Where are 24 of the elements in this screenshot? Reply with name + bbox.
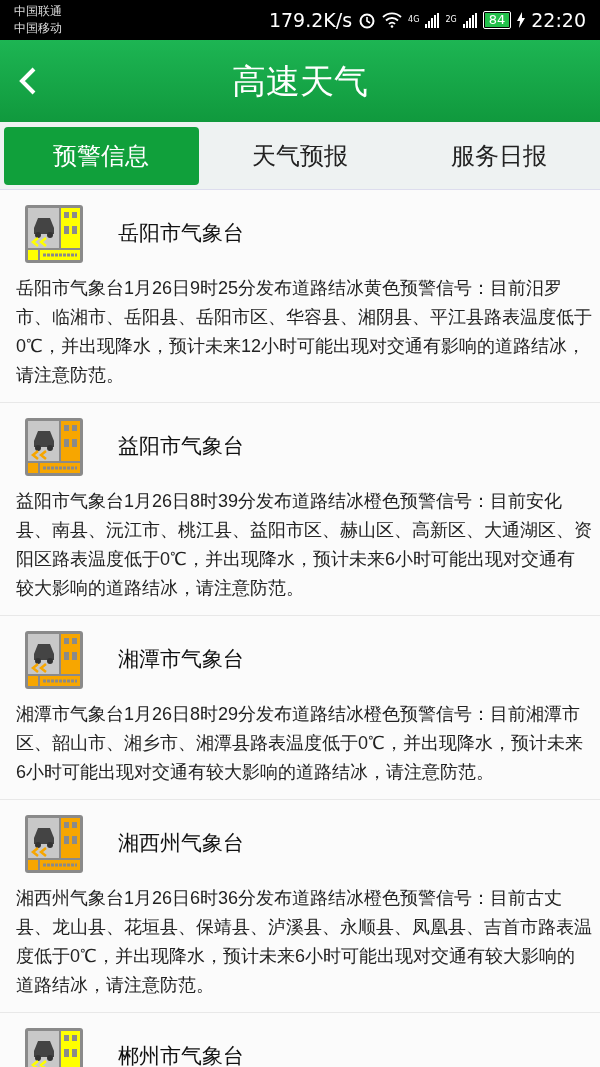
warning-text: 湘西州气象台1月26日6时36分发布道路结冰橙色预警信号：目前古丈县、龙山县、花垣县、保靖县、泸溪县、永顺县、凤凰县、吉首市路表温度低于0℃，并出现降水，预计未来6小时可能出现对交通有较大影响的道路结冰，请注意防范。 xyxy=(15,887,593,997)
warning-text: 益阳市气象台1月26日8时39分发布道路结冰橙色预警信号：目前安化县、南县、沅江市、桃江县、益阳市区、赫山区、高新区、大通湖区、资阳区路表温度低于0℃，并出现降水，预计未来6小时可能出现对交通有较大影响的道路结冰，请注意防范。 xyxy=(15,490,593,600)
station-name: 湘潭市气象台 xyxy=(118,646,244,674)
alarm-icon xyxy=(358,11,377,29)
station-name: 岳阳市气象台 xyxy=(118,220,244,248)
signal-icon xyxy=(425,12,440,28)
wifi-icon xyxy=(382,12,403,28)
charging-icon xyxy=(517,12,526,28)
network-type: 4G xyxy=(408,13,420,26)
clock: 22:20 xyxy=(531,7,586,33)
network-type: 2G xyxy=(445,13,457,26)
tab[interactable]: 服务日报 xyxy=(401,126,596,185)
carrier-name: 中国联通 xyxy=(14,3,62,20)
warning-text: 岳阳市气象台1月26日9时25分发布道路结冰黄色预警信号：目前汨罗市、临湘市、岳阳县、岳阳市区、华容县、湘阴县、平江县路表温度低于0℃，并出现降水，预计未来12小时可能出现对交通有影响的道路结冰，请注意防范。 xyxy=(15,277,593,387)
warning-text: 湘潭市气象台1月26日8时29分发布道路结冰橙色预警信号：目前湘潭市区、韶山市、湘乡市、湘潭县路表温度低于0℃，并出现降水，预计未来6小时可能出现对交通有较大影响的道路结冰，请注意防范。 xyxy=(15,703,584,784)
carrier-name: 中国移动 xyxy=(14,20,62,37)
station-name: 湘西州气象台 xyxy=(118,830,244,858)
tab[interactable]: 天气预报 xyxy=(202,126,398,185)
page-title: 高速天气 xyxy=(232,59,368,103)
network-speed: 179.2K/s xyxy=(268,7,353,33)
station-name: 郴州市气象台 xyxy=(118,1043,244,1067)
battery-level: 84 xyxy=(484,13,510,27)
station-name: 益阳市气象台 xyxy=(118,433,244,461)
signal-icon xyxy=(462,12,477,28)
